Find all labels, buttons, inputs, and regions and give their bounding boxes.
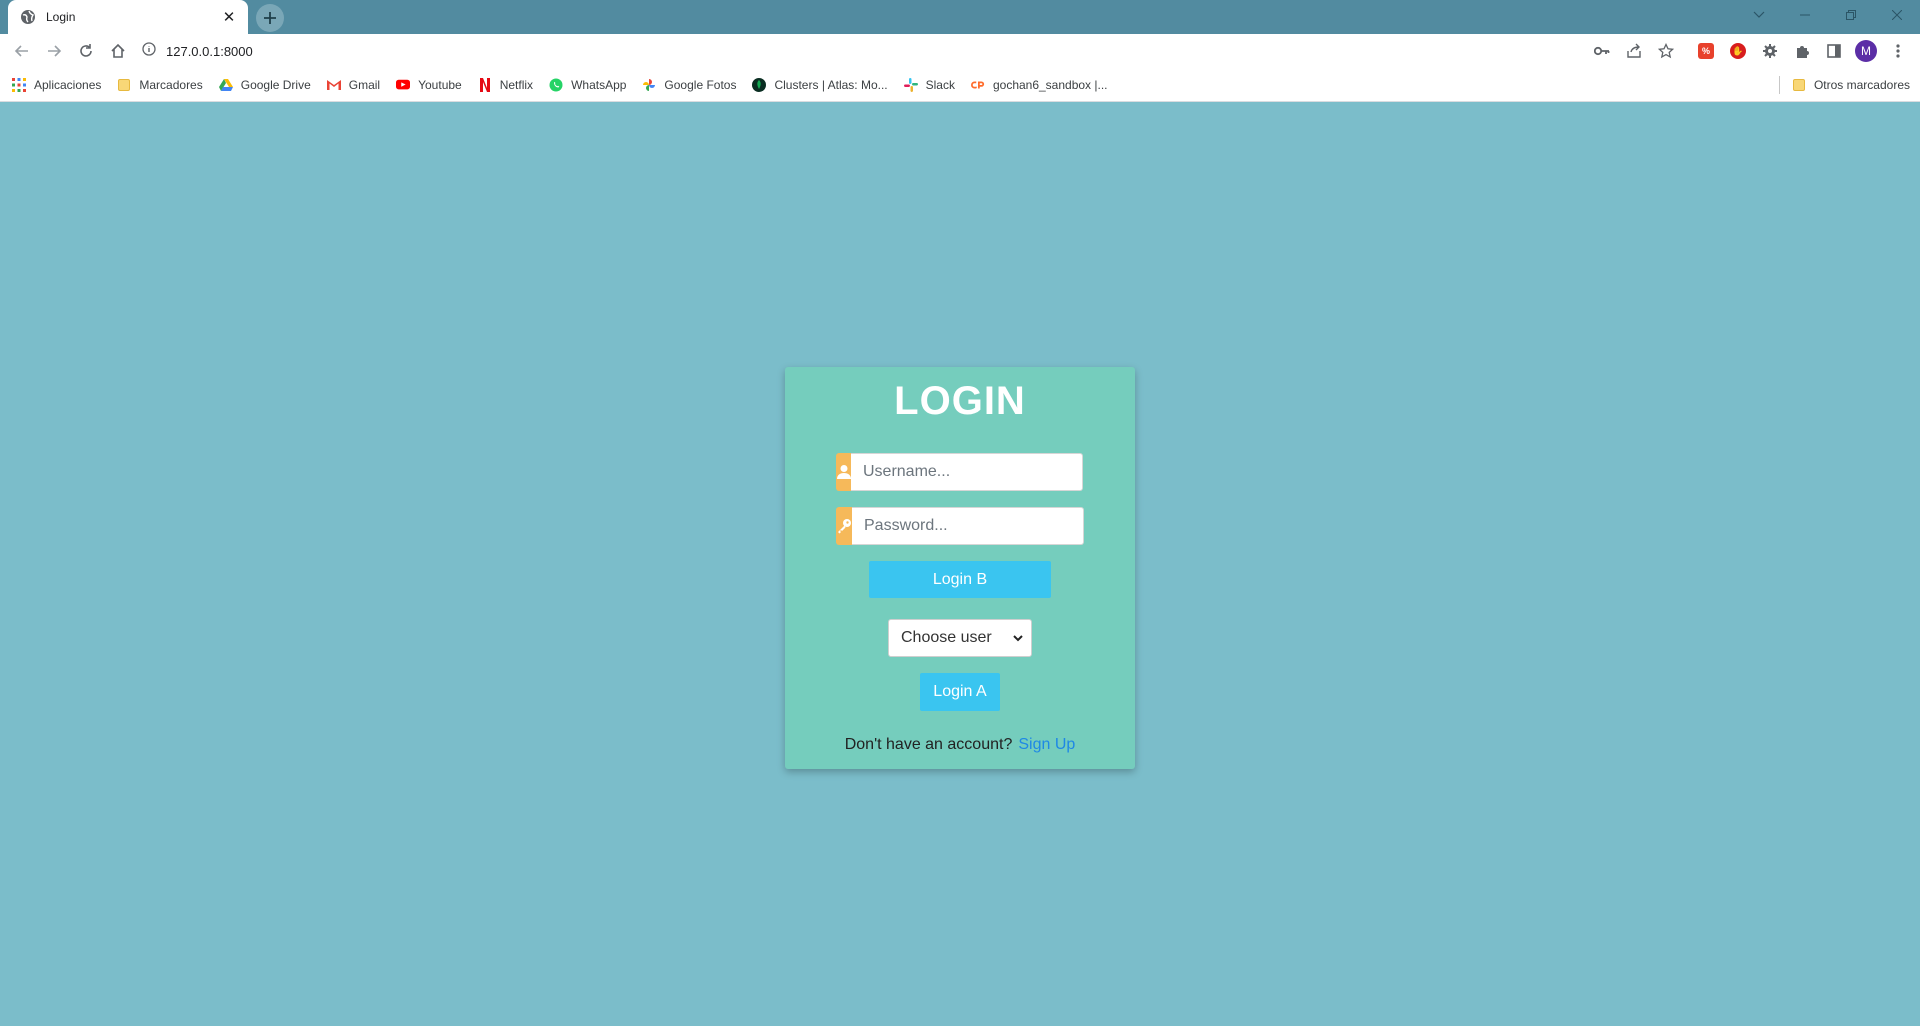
gear-extension-icon[interactable] <box>1754 37 1786 65</box>
user-icon <box>836 453 851 491</box>
restore-icon[interactable] <box>1828 0 1874 30</box>
mongodb-leaf-icon <box>752 77 767 92</box>
share-icon[interactable] <box>1618 37 1650 65</box>
toolbar-actions: % ✋ M <box>1586 37 1914 65</box>
bookmark-netflix[interactable]: Netflix <box>478 77 534 92</box>
slack-icon <box>903 77 918 92</box>
profile-avatar[interactable]: M <box>1850 37 1882 65</box>
bookmark-gmail[interactable]: Gmail <box>326 77 381 92</box>
other-bookmarks-label: Otros marcadores <box>1813 78 1910 92</box>
bookmark-label: Google Drive <box>240 77 311 92</box>
tab-close-icon[interactable]: ✕ <box>220 8 238 26</box>
url-text: 127.0.0.1:8000 <box>166 43 253 59</box>
browser-toolbar: 127.0.0.1:8000 % ✋ M <box>0 34 1920 68</box>
login-card: LOGIN Login B Choose user Login A Don't … <box>785 367 1135 769</box>
select-value: Choose user <box>901 629 992 646</box>
login-a-button[interactable]: Login A <box>920 673 1000 711</box>
bookmark-label: Google Fotos <box>664 77 737 92</box>
menu-kebab-icon[interactable] <box>1882 37 1914 65</box>
bookmark-label: Aplicaciones <box>34 77 102 92</box>
bookmark-label: Gmail <box>348 77 381 92</box>
minimize-icon[interactable] <box>1782 0 1828 30</box>
side-panel-icon[interactable] <box>1818 37 1850 65</box>
bookmark-google-drive[interactable]: Google Drive <box>218 77 311 92</box>
choose-user-select[interactable]: Choose user <box>888 619 1032 657</box>
youtube-icon <box>396 78 411 92</box>
netflix-icon <box>478 77 492 92</box>
back-icon[interactable] <box>6 37 38 65</box>
tab-strip: Login ✕ <box>0 0 1920 34</box>
gmail-icon <box>326 78 341 92</box>
no-account-text: Don't have an account? <box>844 736 1013 753</box>
tab-search-icon[interactable] <box>1736 0 1782 30</box>
chevron-down-icon <box>1013 629 1023 647</box>
extensions-puzzle-icon[interactable] <box>1786 37 1818 65</box>
whatsapp-icon <box>549 78 563 92</box>
folder-icon <box>117 78 131 92</box>
other-bookmarks[interactable]: Otros marcadores <box>1778 68 1910 102</box>
bookmark-label: Youtube <box>418 77 462 92</box>
close-window-icon[interactable] <box>1874 0 1920 30</box>
new-tab-button[interactable] <box>256 4 284 32</box>
window-controls <box>1736 0 1920 30</box>
folder-icon <box>1792 78 1806 92</box>
reload-icon[interactable] <box>70 37 102 65</box>
bookmark-whatsapp[interactable]: WhatsApp <box>549 78 626 92</box>
bookmark-google-fotos[interactable]: Google Fotos <box>642 78 736 92</box>
forward-icon[interactable] <box>38 37 70 65</box>
bookmark-label: Marcadores <box>139 77 203 92</box>
adblock-icon[interactable]: ✋ <box>1722 37 1754 65</box>
password-group <box>836 507 1084 545</box>
username-group <box>836 453 1083 491</box>
bookmark-apps[interactable]: Aplicaciones <box>12 77 102 92</box>
bookmark-label: Slack <box>925 77 955 92</box>
bookmark-label: Netflix <box>499 77 534 92</box>
key-icon[interactable] <box>1586 37 1618 65</box>
google-drive-icon <box>218 78 233 92</box>
signup-link[interactable]: Sign Up <box>1018 736 1075 753</box>
bookmark-slack[interactable]: Slack <box>903 77 955 92</box>
login-b-button[interactable]: Login B <box>869 561 1051 598</box>
cpanel-icon <box>970 78 985 92</box>
bookmark-star-icon[interactable] <box>1650 37 1682 65</box>
bookmark-label: WhatsApp <box>571 77 627 92</box>
bookmark-marcadores[interactable]: Marcadores <box>117 77 203 92</box>
bookmark-youtube[interactable]: Youtube <box>396 78 462 92</box>
google-photos-icon <box>642 78 656 92</box>
tab-title: Login <box>46 10 76 24</box>
bookmark-label: Clusters | Atlas: Mo... <box>774 77 888 92</box>
apps-grid-icon <box>12 77 26 92</box>
globe-icon <box>20 9 36 25</box>
bookmark-gochan6-sandbox[interactable]: gochan6_sandbox |... <box>970 77 1108 92</box>
password-input[interactable] <box>852 507 1084 545</box>
home-icon[interactable] <box>102 37 134 65</box>
bookmark-clusters-atlas[interactable]: Clusters | Atlas: Mo... <box>752 77 888 92</box>
bookmarks-divider <box>1778 76 1780 94</box>
site-info-icon[interactable] <box>142 41 156 61</box>
browser-tab[interactable]: Login ✕ <box>8 0 248 34</box>
username-input[interactable] <box>851 453 1083 491</box>
key-icon <box>836 507 852 545</box>
extension-percent-icon[interactable]: % <box>1690 37 1722 65</box>
signup-prompt: Don't have an account? Sign Up <box>785 736 1135 754</box>
login-title: LOGIN <box>894 379 1026 423</box>
bookmark-label: gochan6_sandbox |... <box>992 77 1108 92</box>
bookmarks-bar: Aplicaciones Marcadores Google Drive Gma… <box>0 68 1920 102</box>
address-bar[interactable]: 127.0.0.1:8000 <box>142 37 253 65</box>
